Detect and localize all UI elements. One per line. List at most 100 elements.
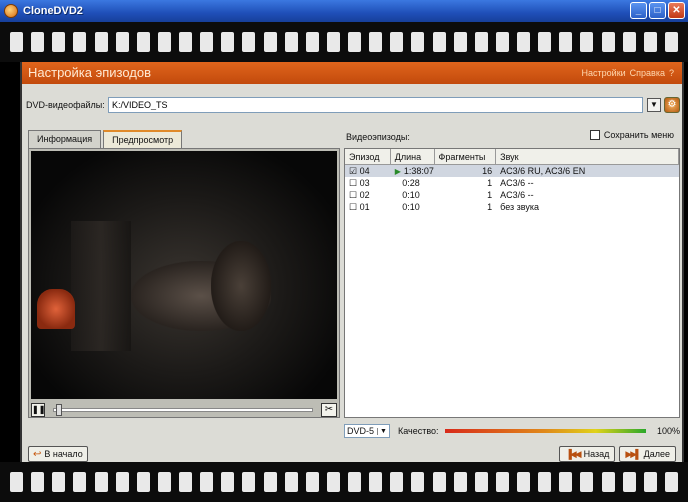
column-episode[interactable]: Эпизод bbox=[345, 149, 391, 164]
film-perforation bbox=[305, 472, 319, 492]
close-button[interactable]: ✕ bbox=[668, 2, 685, 19]
film-perforation bbox=[221, 32, 235, 52]
page-header: Настройка эпизодов Настройки Справка ? bbox=[22, 62, 682, 84]
settings-link[interactable]: Настройки bbox=[582, 68, 626, 78]
film-perforation bbox=[31, 472, 45, 492]
film-perforation bbox=[326, 472, 340, 492]
episode-audio: без звука bbox=[500, 202, 539, 212]
column-fragments[interactable]: Фрагменты bbox=[435, 149, 497, 164]
film-perforation bbox=[10, 32, 24, 52]
film-perforation bbox=[94, 472, 108, 492]
quality-bar bbox=[444, 429, 646, 433]
preview-panel: ❚❚ ✂ bbox=[28, 148, 340, 418]
return-icon: ↩ bbox=[33, 448, 42, 460]
table-row[interactable]: ☐ 03 0:28 1 AC3/6 -- bbox=[345, 177, 679, 189]
quality-value: 100% bbox=[656, 426, 680, 436]
film-perforation bbox=[73, 32, 87, 52]
row-checkbox[interactable]: ☐ bbox=[349, 190, 357, 201]
dvd-format-select[interactable]: DVD-5 ▼ bbox=[344, 424, 390, 438]
row-checkbox[interactable]: ☐ bbox=[349, 202, 357, 213]
film-strip-top bbox=[0, 22, 688, 62]
film-perforation bbox=[242, 32, 256, 52]
maximize-button[interactable]: □ bbox=[649, 2, 666, 19]
dvd-path-input[interactable] bbox=[108, 97, 643, 113]
scissors-icon[interactable]: ✂ bbox=[321, 403, 337, 417]
film-perforation bbox=[538, 32, 552, 52]
film-perforation bbox=[52, 472, 66, 492]
column-audio[interactable]: Звук bbox=[496, 149, 679, 164]
gear-icon[interactable]: ⚙ bbox=[664, 97, 680, 113]
minimize-button[interactable]: _ bbox=[630, 2, 647, 19]
film-perforation bbox=[580, 472, 594, 492]
film-perforation bbox=[432, 472, 446, 492]
episode-number: 03 bbox=[359, 178, 370, 188]
episode-number: 01 bbox=[359, 202, 370, 212]
save-menu-label: Сохранить меню bbox=[603, 130, 674, 140]
video-preview bbox=[31, 151, 337, 399]
film-perforation bbox=[284, 472, 298, 492]
back-to-start-button[interactable]: ↩ В начало bbox=[28, 446, 88, 462]
episode-number: 02 bbox=[359, 190, 370, 200]
table-row[interactable]: ☐ 01 0:10 1 без звука bbox=[345, 201, 679, 213]
row-checkbox[interactable]: ☐ bbox=[349, 178, 357, 189]
clonedvd-icon bbox=[4, 4, 18, 18]
page-title: Настройка эпизодов bbox=[28, 65, 152, 80]
film-perforation bbox=[31, 32, 45, 52]
quality-label: Качество: bbox=[397, 426, 439, 436]
episode-fragments: 1 bbox=[487, 178, 493, 188]
save-menu-checkbox[interactable] bbox=[589, 130, 600, 140]
seek-slider[interactable] bbox=[53, 404, 313, 416]
film-perforation bbox=[73, 472, 87, 492]
seek-handle[interactable] bbox=[56, 404, 62, 416]
chevron-down-icon[interactable]: ▼ bbox=[647, 98, 661, 112]
film-perforation bbox=[601, 472, 615, 492]
film-perforation bbox=[411, 472, 425, 492]
film-perforation bbox=[157, 472, 171, 492]
help-link[interactable]: Справка bbox=[630, 68, 665, 78]
film-perforation bbox=[136, 472, 150, 492]
film-perforation bbox=[263, 472, 277, 492]
pause-icon[interactable]: ❚❚ bbox=[31, 403, 45, 417]
film-perforation bbox=[242, 472, 256, 492]
play-icon[interactable]: ▶ bbox=[395, 167, 401, 176]
window-title: CloneDVD2 bbox=[23, 5, 83, 17]
save-menu-option[interactable]: Сохранить меню bbox=[589, 130, 674, 140]
film-perforation bbox=[115, 32, 129, 52]
next-label: Далее bbox=[643, 449, 670, 459]
film-perforation bbox=[559, 472, 573, 492]
next-button[interactable]: ▶▶▌ Далее bbox=[619, 446, 676, 462]
film-perforation bbox=[580, 32, 594, 52]
episode-fragments: 16 bbox=[482, 166, 493, 176]
film-perforation bbox=[517, 472, 531, 492]
header-links: Настройки Справка ? bbox=[582, 68, 674, 78]
table-row[interactable]: ☐ 02 0:10 1 AC3/6 -- bbox=[345, 189, 679, 201]
film-perforation bbox=[432, 32, 446, 52]
film-perforation bbox=[179, 472, 193, 492]
row-checkbox[interactable]: ☑ bbox=[349, 166, 357, 177]
column-length[interactable]: Длина bbox=[391, 149, 435, 164]
film-perforation bbox=[200, 472, 214, 492]
table-row[interactable]: ☑ 04 ▶ 1:38:07 16 AC3/6 RU, AC3/6 EN bbox=[345, 165, 679, 177]
film-strip-bottom bbox=[0, 462, 688, 502]
film-perforation bbox=[326, 32, 340, 52]
episodes-table: Эпизод Длина Фрагменты Звук ☑ 04 ▶ 1:38:0… bbox=[344, 148, 680, 418]
film-perforation bbox=[94, 32, 108, 52]
film-perforation bbox=[284, 32, 298, 52]
dvd-format-value: DVD-5 bbox=[347, 426, 375, 436]
film-perforation bbox=[411, 32, 425, 52]
about-link[interactable]: ? bbox=[669, 68, 674, 78]
tab-preview[interactable]: Предпросмотр bbox=[103, 130, 183, 148]
film-perforation bbox=[643, 472, 657, 492]
episodes-label: Видеоэпизоды: bbox=[346, 132, 410, 142]
film-perforation bbox=[495, 32, 509, 52]
film-perforation bbox=[390, 472, 404, 492]
tab-info[interactable]: Информация bbox=[28, 130, 102, 148]
film-perforation bbox=[517, 32, 531, 52]
film-perforation bbox=[622, 472, 636, 492]
episode-length: 1:38:07 bbox=[403, 166, 434, 176]
back-button[interactable]: ▐◀◀ Назад bbox=[559, 446, 616, 462]
film-perforation bbox=[453, 32, 467, 52]
film-perforation bbox=[474, 32, 488, 52]
window-controls: _ □ ✕ bbox=[630, 2, 685, 19]
episode-fragments: 1 bbox=[487, 202, 493, 212]
